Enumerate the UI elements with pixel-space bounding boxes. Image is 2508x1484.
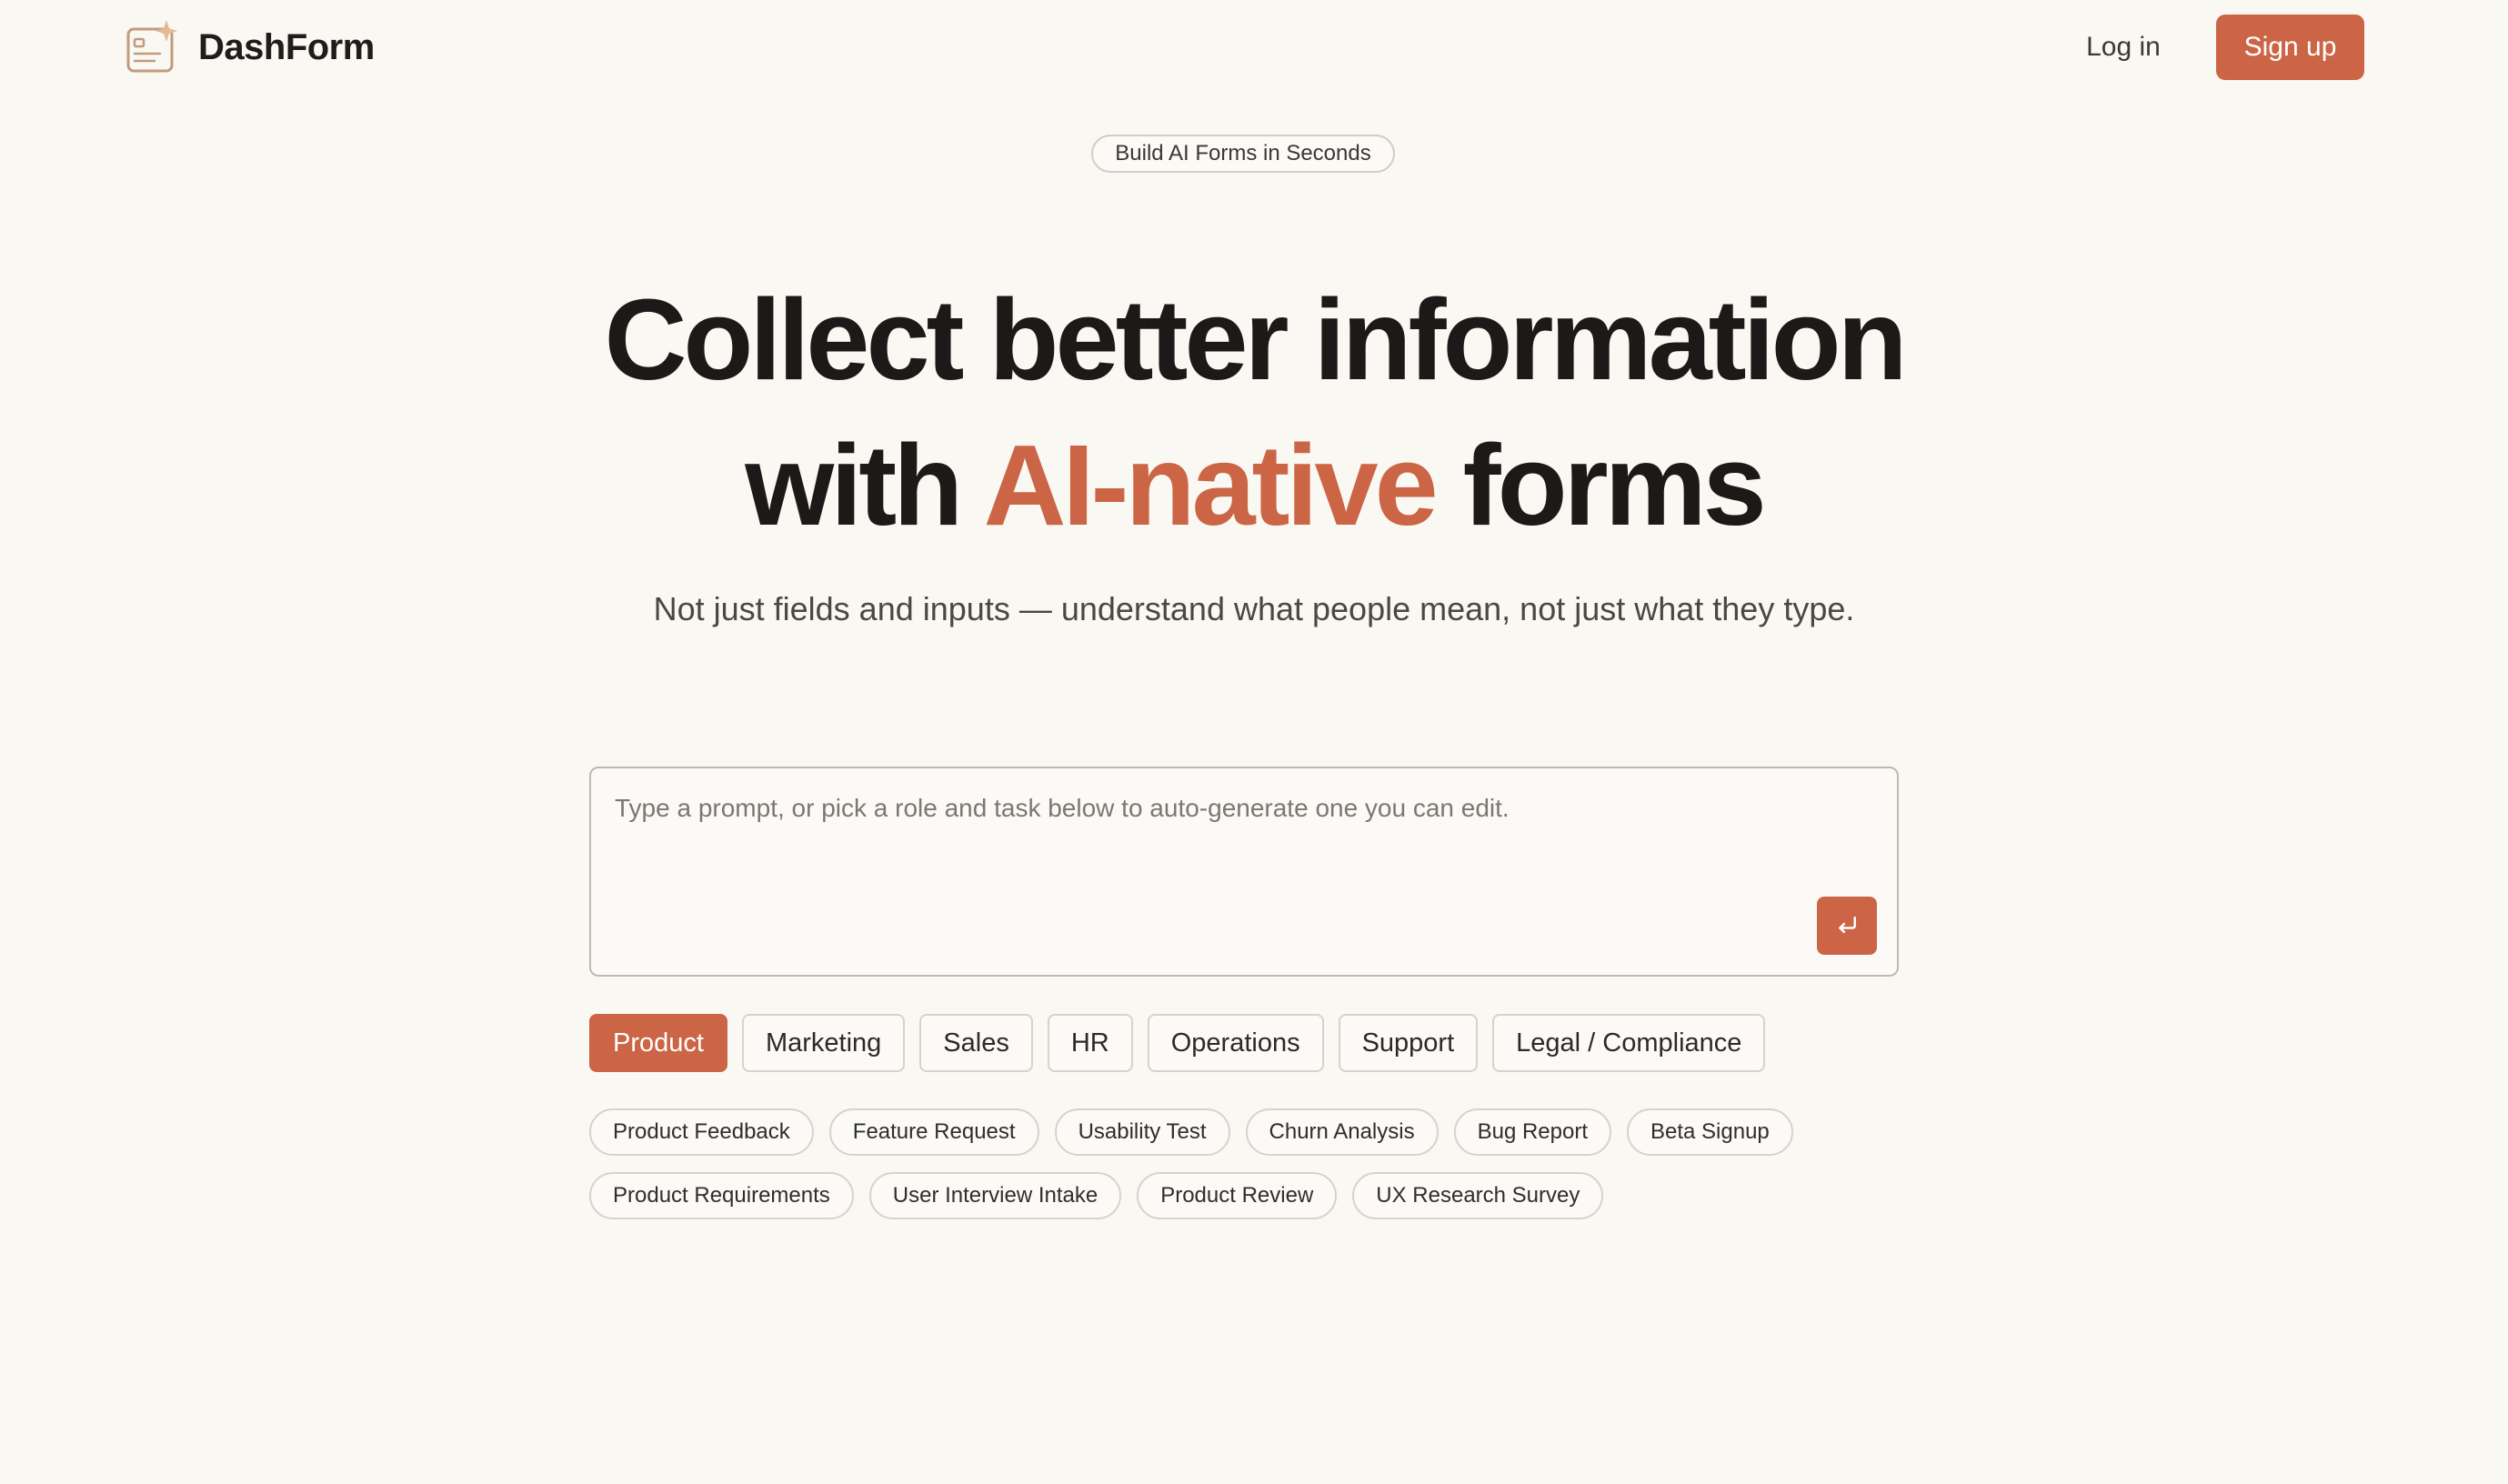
submit-prompt-button[interactable] bbox=[1817, 897, 1877, 955]
hero-subheadline: Not just fields and inputs — understand … bbox=[653, 590, 1855, 627]
signup-button[interactable]: Sign up bbox=[2216, 15, 2364, 80]
site-header: DashForm Log in Sign up bbox=[0, 0, 2508, 95]
role-tab-operations[interactable]: Operations bbox=[1147, 1014, 1324, 1072]
task-chip-usability-test[interactable]: Usability Test bbox=[1054, 1108, 1230, 1156]
role-tab-marketing[interactable]: Marketing bbox=[741, 1014, 906, 1072]
role-tab-sales[interactable]: Sales bbox=[919, 1014, 1033, 1072]
enter-arrow-icon bbox=[1839, 917, 1856, 934]
task-chip-feature-request[interactable]: Feature Request bbox=[828, 1108, 1039, 1156]
task-chip-product-requirements[interactable]: Product Requirements bbox=[589, 1172, 854, 1219]
task-chip-bug-report[interactable]: Bug Report bbox=[1453, 1108, 1611, 1156]
headline-line-1: Collect better information bbox=[604, 276, 1907, 404]
headline-line-2-suffix: forms bbox=[1434, 421, 1767, 549]
task-chip-ux-research-survey[interactable]: UX Research Survey bbox=[1352, 1172, 1604, 1219]
task-chip-product-feedback[interactable]: Product Feedback bbox=[589, 1108, 814, 1156]
task-chip-user-interview-intake[interactable]: User Interview Intake bbox=[868, 1172, 1122, 1219]
prompt-box bbox=[589, 767, 1899, 977]
task-chips: Product Feedback Feature Request Usabili… bbox=[589, 1108, 1917, 1219]
headline-accent: AI-native bbox=[983, 421, 1439, 549]
brand-name: DashForm bbox=[198, 26, 375, 67]
task-chip-churn-analysis[interactable]: Churn Analysis bbox=[1245, 1108, 1439, 1156]
login-button[interactable]: Log in bbox=[2055, 15, 2192, 80]
role-tab-support[interactable]: Support bbox=[1338, 1014, 1479, 1072]
task-chip-beta-signup[interactable]: Beta Signup bbox=[1627, 1108, 1793, 1156]
role-tab-legal-compliance[interactable]: Legal / Compliance bbox=[1492, 1014, 1766, 1072]
role-tab-product[interactable]: Product bbox=[589, 1014, 727, 1072]
hero-headline: Collect better information with AI-nativ… bbox=[0, 267, 2508, 558]
role-tabs: Product Marketing Sales HR Operations Su… bbox=[589, 1014, 1766, 1072]
brand-logo[interactable]: DashForm bbox=[125, 20, 375, 75]
task-chip-product-review[interactable]: Product Review bbox=[1137, 1172, 1338, 1219]
prompt-input[interactable] bbox=[613, 788, 1871, 919]
hero-badge: Build AI Forms in Seconds bbox=[1091, 135, 1395, 173]
headline-line-2-prefix: with bbox=[745, 421, 984, 549]
form-sparkle-icon bbox=[126, 20, 177, 73]
role-tab-hr[interactable]: HR bbox=[1047, 1014, 1133, 1072]
